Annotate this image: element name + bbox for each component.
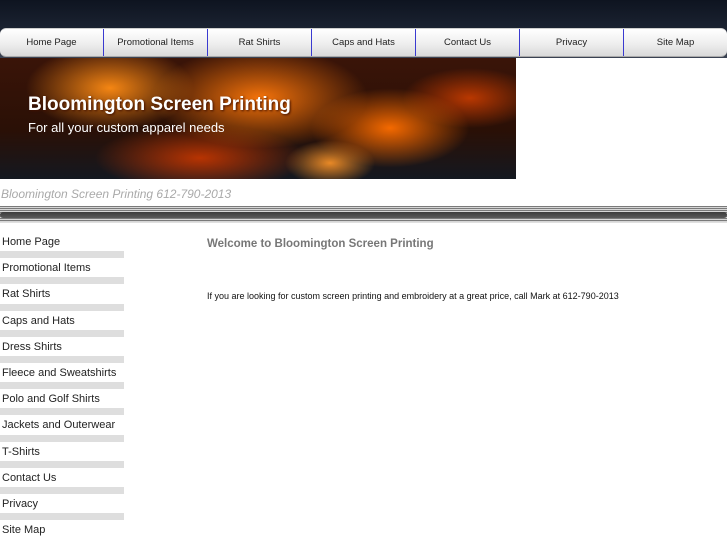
sidebar-item-site-map[interactable]: Site Map (0, 520, 124, 546)
sidebar-item-label: Home Page (2, 236, 61, 248)
site-tagline: For all your custom apparel needs (28, 120, 225, 135)
site-title: Bloomington Screen Printing (28, 94, 291, 115)
sidebar-item-rat-shirts[interactable]: Rat Shirts (0, 284, 124, 311)
sidebar-item-label: Jackets and Outerwear (2, 419, 116, 432)
sidebar-item-label: Privacy (2, 497, 39, 510)
sidebar-item-contact-us[interactable]: Contact Us (0, 468, 124, 495)
sidebar-item-caps-and-hats[interactable]: Caps and Hats (0, 311, 124, 337)
sidebar-item-home-page[interactable]: Home Page (0, 232, 124, 259)
sidebar-item-label: Fleece and Sweatshirts (2, 366, 117, 379)
sidebar-item-label: Rat Shirts (2, 288, 51, 301)
separator-bar (0, 212, 727, 218)
sidebar-item-label: Promotional Items (2, 262, 91, 275)
nav-rat-shirts[interactable]: Rat Shirts (208, 29, 312, 56)
nav-home-page[interactable]: Home Page (0, 29, 104, 56)
sidebar-navigation: Home Page Promotional Items Rat Shirts C… (0, 232, 124, 546)
sidebar-item-fleece-and-sweatshirts[interactable]: Fleece and Sweatshirts (0, 363, 124, 390)
intro-paragraph: If you are looking for custom screen pri… (207, 291, 619, 301)
nav-caps-and-hats[interactable]: Caps and Hats (312, 29, 416, 56)
sidebar-item-label: Caps and Hats (2, 314, 75, 327)
sidebar-item-privacy[interactable]: Privacy (0, 494, 124, 521)
fire-banner-image: Bloomington Screen Printing For all your… (0, 58, 516, 179)
sidebar-item-promotional-items[interactable]: Promotional Items (0, 258, 124, 285)
sidebar-item-label: Contact Us (2, 471, 57, 484)
sidebar-item-dress-shirts[interactable]: Dress Shirts (0, 337, 124, 364)
nav-promotional-items[interactable]: Promotional Items (104, 29, 208, 56)
page-heading: Welcome to Bloomington Screen Printing (207, 238, 434, 250)
nav-privacy[interactable]: Privacy (520, 29, 624, 56)
sidebar-item-label: T-Shirts (2, 445, 40, 458)
sidebar-item-jackets-and-outerwear[interactable]: Jackets and Outerwear (0, 415, 124, 442)
sidebar-item-label: Polo and Golf Shirts (2, 393, 100, 406)
nav-site-map[interactable]: Site Map (624, 29, 727, 56)
sidebar-item-polo-and-golf-shirts[interactable]: Polo and Golf Shirts (0, 389, 124, 416)
sidebar-item-label: Site Map (2, 524, 46, 537)
top-navigation: Home Page Promotional Items Rat Shirts C… (0, 28, 727, 57)
company-phone-subtitle: Bloomington Screen Printing 612-790-2013 (1, 187, 232, 201)
sidebar-item-label: Dress Shirts (2, 340, 62, 353)
sidebar-item-t-shirts[interactable]: T-Shirts (0, 442, 124, 468)
separator-line (0, 222, 727, 223)
nav-contact-us[interactable]: Contact Us (416, 29, 520, 56)
